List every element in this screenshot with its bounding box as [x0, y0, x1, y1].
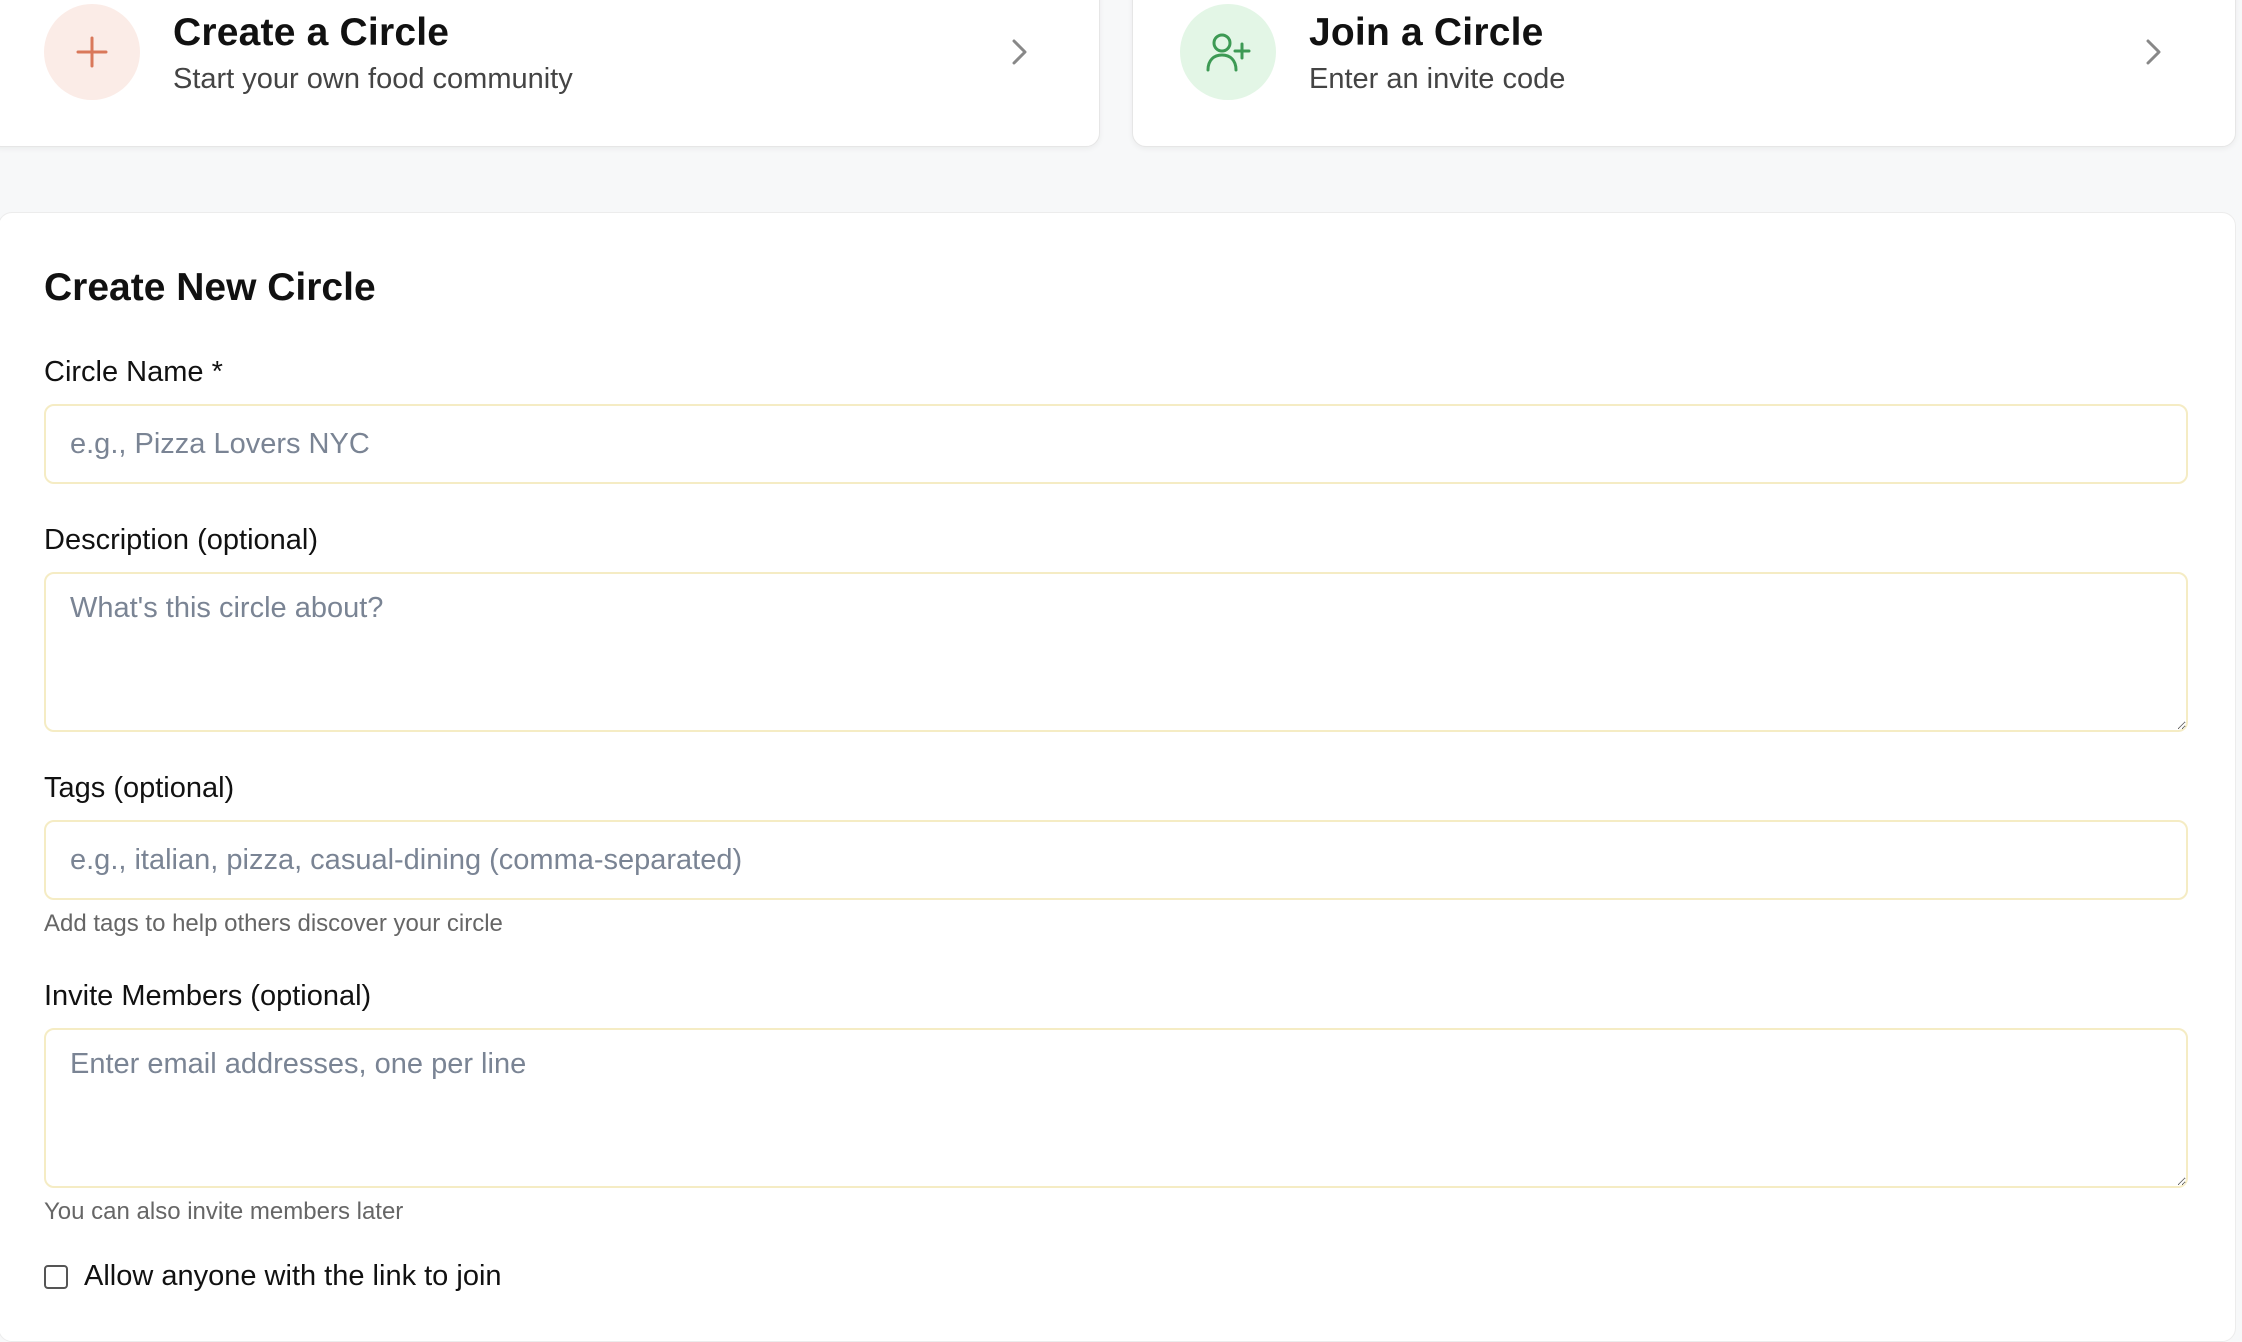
tags-hint: Add tags to help others discover your ci… — [44, 910, 503, 937]
join-circle-card[interactable]: Join a Circle Enter an invite code — [1132, 0, 2236, 147]
tags-input[interactable] — [44, 820, 2188, 900]
invite-members-hint: You can also invite members later — [44, 1198, 404, 1225]
user-plus-icon — [1180, 4, 1276, 100]
join-circle-title: Join a Circle — [1309, 11, 1544, 54]
plus-icon — [44, 4, 140, 100]
allow-link-row: Allow anyone with the link to join — [44, 1260, 502, 1293]
circle-name-input[interactable] — [44, 404, 2188, 484]
create-circle-card[interactable]: Create a Circle Start your own food comm… — [0, 0, 1100, 147]
invite-members-textarea[interactable] — [44, 1028, 2188, 1188]
create-circle-title: Create a Circle — [173, 11, 450, 54]
invite-members-label: Invite Members (optional) — [44, 980, 372, 1012]
circle-name-label: Circle Name * — [44, 356, 223, 388]
join-circle-subtitle: Enter an invite code — [1309, 63, 1566, 95]
create-circle-subtitle: Start your own food community — [173, 63, 573, 95]
form-title: Create New Circle — [44, 266, 376, 309]
chevron-right-icon — [2133, 32, 2173, 72]
chevron-right-icon — [999, 32, 1039, 72]
allow-link-label[interactable]: Allow anyone with the link to join — [84, 1260, 502, 1293]
allow-link-checkbox[interactable] — [44, 1264, 68, 1289]
description-textarea[interactable] — [44, 572, 2188, 732]
tags-label: Tags (optional) — [44, 772, 235, 804]
description-label: Description (optional) — [44, 524, 319, 556]
